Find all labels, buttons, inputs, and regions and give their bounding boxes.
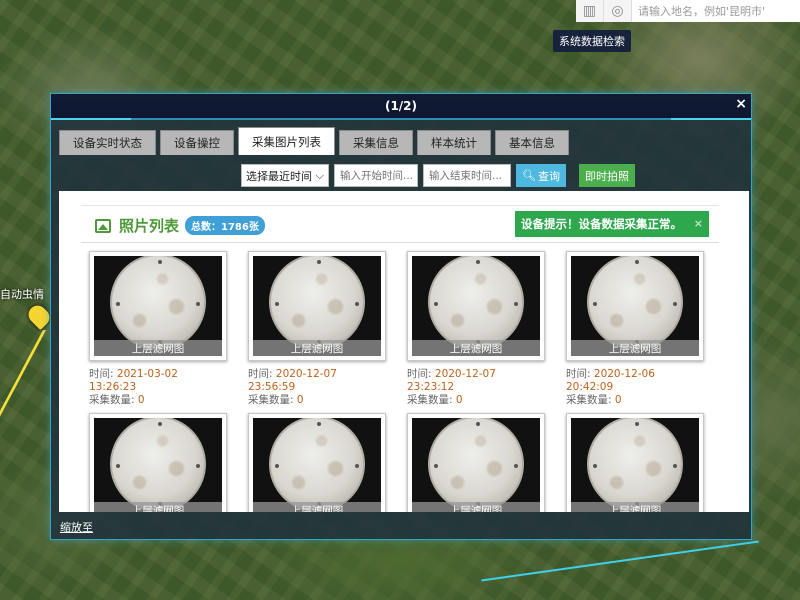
time-range-select-value: 选择最近时间 xyxy=(246,169,312,183)
photo-count: 0 xyxy=(614,394,622,406)
photo-list-panel: 照片列表 总数：1786张 设备提示！设备数据采集正常。 × 上层滤网图 时间:… xyxy=(59,191,749,512)
divider xyxy=(81,242,719,243)
photo-count: 0 xyxy=(137,394,145,406)
photo-thumbnail[interactable]: 上层滤网图 xyxy=(407,413,545,512)
tab-bar: 设备实时状态 设备操控 采集图片列表 采集信息 样本统计 基本信息 xyxy=(59,127,569,155)
photo-count: 0 xyxy=(455,394,463,406)
photo-caption: 上层滤网图 xyxy=(571,502,699,512)
dialog-header: (1/2) × xyxy=(51,94,751,120)
photo-meta: 时间: 2021-03-02 13:26:23 采集数量: 0 xyxy=(89,368,227,407)
photo-thumbnail[interactable]: 上层滤网图 xyxy=(89,251,227,361)
dialog-title: (1/2) xyxy=(384,99,418,113)
count-label: 采集数量: xyxy=(566,394,612,406)
tab-collect-info[interactable]: 采集信息 xyxy=(339,130,413,155)
count-label: 采集数量: xyxy=(89,394,135,406)
filter-disc-image xyxy=(587,418,683,512)
tab-device-control[interactable]: 设备操控 xyxy=(160,130,234,155)
divider xyxy=(81,205,719,206)
chevron-down-icon: ⌵ xyxy=(315,168,324,182)
time-label: 时间: xyxy=(566,368,591,380)
photo-caption: 上层滤网图 xyxy=(412,502,540,512)
query-button-label: 查询 xyxy=(537,169,560,183)
filter-bar: 选择最近时间 ⌵ 🔍︎ 查询 即时拍照 xyxy=(241,164,635,187)
filter-disc-image xyxy=(110,418,206,512)
count-label: 采集数量: xyxy=(248,394,294,406)
map-device-label: 自动虫情 xyxy=(0,288,44,301)
image-icon xyxy=(95,218,111,233)
filter-disc-image xyxy=(587,256,683,350)
filter-disc-image xyxy=(269,418,365,512)
total-count-badge: 总数：1786张 xyxy=(185,216,265,235)
photo-card: 上层滤网图 时间: 2020-12-07 23:56:59 采集数量: 0 xyxy=(248,251,386,407)
filter-disc-image xyxy=(269,256,365,350)
photo-caption: 上层滤网图 xyxy=(94,340,222,356)
device-status-alert: 设备提示！设备数据采集正常。 × xyxy=(515,211,709,237)
photo-card: 上层滤网图 xyxy=(248,413,386,512)
tab-basic-info[interactable]: 基本信息 xyxy=(495,130,569,155)
time-label: 时间: xyxy=(407,368,432,380)
query-button[interactable]: 🔍︎ 查询 xyxy=(516,164,566,187)
photo-caption: 上层滤网图 xyxy=(571,340,699,356)
photo-meta: 时间: 2020-12-07 23:23:12 采集数量: 0 xyxy=(407,368,545,407)
alert-close-icon[interactable]: × xyxy=(694,217,703,230)
close-icon[interactable]: × xyxy=(735,96,747,112)
map-search-input[interactable] xyxy=(632,0,800,22)
tab-sample-stats[interactable]: 样本统计 xyxy=(417,130,491,155)
photo-card: 上层滤网图 xyxy=(407,413,545,512)
tab-device-status[interactable]: 设备实时状态 xyxy=(59,130,156,155)
time-label: 时间: xyxy=(89,368,114,380)
photo-count: 0 xyxy=(296,394,304,406)
filter-disc-image xyxy=(428,418,524,512)
device-dialog: (1/2) × 设备实时状态 设备操控 采集图片列表 采集信息 样本统计 基本信… xyxy=(50,93,752,540)
photo-caption: 上层滤网图 xyxy=(412,340,540,356)
photo-thumbnail[interactable]: 上层滤网图 xyxy=(566,413,704,512)
count-label: 采集数量: xyxy=(407,394,453,406)
map-toolbar: ▥ ◎ xyxy=(576,0,800,22)
photo-grid: 上层滤网图 时间: 2021-03-02 13:26:23 采集数量: 0 上层… xyxy=(89,251,704,512)
photo-card: 上层滤网图 xyxy=(89,413,227,512)
photo-meta: 时间: 2020-12-07 23:56:59 采集数量: 0 xyxy=(248,368,386,407)
photo-caption: 上层滤网图 xyxy=(253,502,381,512)
snap-photo-button[interactable]: 即时拍照 xyxy=(578,164,635,187)
locate-icon[interactable]: ◎ xyxy=(604,0,632,22)
photo-card: 上层滤网图 时间: 2020-12-06 20:42:09 采集数量: 0 xyxy=(566,251,704,407)
search-icon: 🔍︎ xyxy=(522,169,536,182)
filter-disc-image xyxy=(428,256,524,350)
time-range-select[interactable]: 选择最近时间 ⌵ xyxy=(241,164,329,187)
photo-card: 上层滤网图 xyxy=(566,413,704,512)
panel-heading: 照片列表 总数：1786张 xyxy=(95,215,265,236)
end-time-input[interactable] xyxy=(423,164,511,187)
chart-icon[interactable]: ▥ xyxy=(576,0,604,22)
photo-card: 上层滤网图 时间: 2020-12-07 23:23:12 采集数量: 0 xyxy=(407,251,545,407)
tab-photo-list[interactable]: 采集图片列表 xyxy=(238,127,335,155)
photo-meta: 时间: 2020-12-06 20:42:09 采集数量: 0 xyxy=(566,368,704,407)
photo-thumbnail[interactable]: 上层滤网图 xyxy=(248,251,386,361)
tooltip-data-search: 系统数据检索 xyxy=(553,30,631,52)
photo-card: 上层滤网图 时间: 2021-03-02 13:26:23 采集数量: 0 xyxy=(89,251,227,407)
photo-caption: 上层滤网图 xyxy=(253,340,381,356)
zoom-to-link[interactable]: 缩放至 xyxy=(60,519,93,535)
time-label: 时间: xyxy=(248,368,273,380)
photo-caption: 上层滤网图 xyxy=(94,502,222,512)
filter-disc-image xyxy=(110,256,206,350)
photo-thumbnail[interactable]: 上层滤网图 xyxy=(248,413,386,512)
photo-thumbnail[interactable]: 上层滤网图 xyxy=(89,413,227,512)
panel-title: 照片列表 xyxy=(119,217,180,235)
alert-text: 设备提示！设备数据采集正常。 xyxy=(521,217,682,231)
start-time-input[interactable] xyxy=(334,164,418,187)
photo-thumbnail[interactable]: 上层滤网图 xyxy=(566,251,704,361)
photo-thumbnail[interactable]: 上层滤网图 xyxy=(407,251,545,361)
